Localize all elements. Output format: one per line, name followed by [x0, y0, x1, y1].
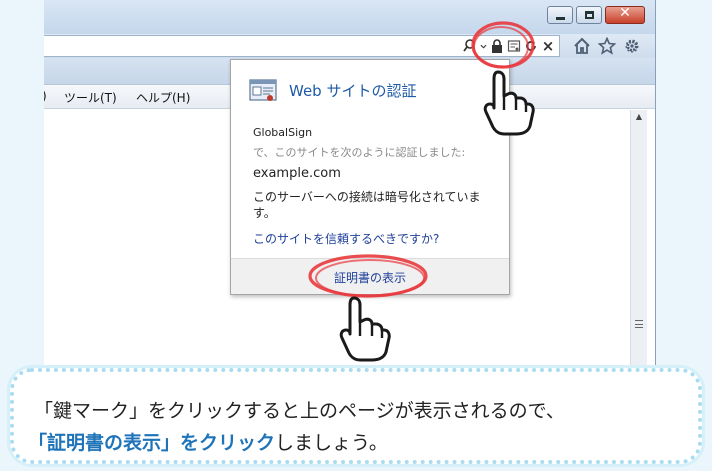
instruction-line-1: 「鍵マーク」をクリックすると上のページが表示されるので、	[34, 400, 565, 422]
instruction-highlight: 「証明書の表示」をクリック	[28, 432, 276, 454]
highlight-circle-lock	[471, 21, 535, 69]
pointing-hand-icon	[483, 70, 535, 136]
instruction-line-2-rest: しましょう。	[275, 432, 388, 454]
highlight-circle-certificate	[308, 254, 428, 298]
instruction-banner: 「鍵マーク」をクリックすると上のページが表示されるので、 「証明書の表示」をクリ…	[10, 368, 702, 464]
pointing-hand-icon	[339, 296, 391, 362]
instruction-line-2: 「証明書の表示」をクリックしましょう。	[28, 428, 388, 455]
